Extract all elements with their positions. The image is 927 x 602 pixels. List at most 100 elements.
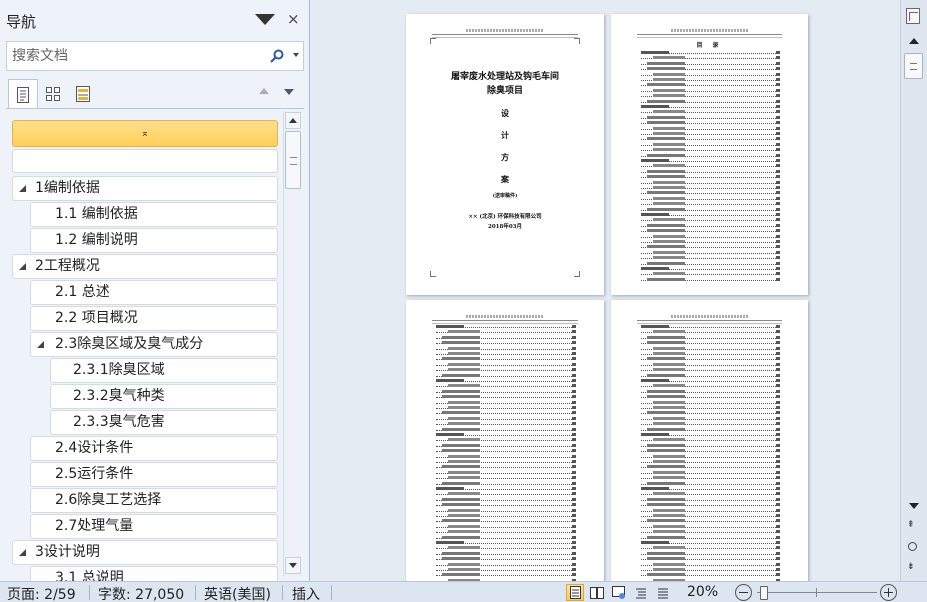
thumbnails-icon bbox=[46, 87, 60, 101]
tree-top-item[interactable]: ⌅ bbox=[12, 120, 278, 147]
nav-close-icon[interactable]: × bbox=[287, 10, 300, 28]
tab-results[interactable] bbox=[68, 79, 98, 109]
zoom-slider-track[interactable] bbox=[757, 592, 877, 593]
view-web-button[interactable] bbox=[610, 584, 628, 601]
expand-toggle-icon[interactable] bbox=[19, 185, 26, 192]
heading-item[interactable]: 2工程概况 bbox=[12, 254, 278, 279]
heading-item[interactable]: 2.3除臭区域及臭气成分 bbox=[30, 332, 278, 357]
status-word-count[interactable]: 字数: 27,050 bbox=[98, 584, 184, 602]
toc-entry-line bbox=[641, 416, 780, 420]
toc-entry-line bbox=[641, 352, 780, 355]
status-language[interactable]: 英语(美国) bbox=[204, 584, 271, 602]
heading-label: 1编制依据 bbox=[35, 180, 100, 196]
scroll-up-button[interactable] bbox=[904, 33, 923, 50]
search-input[interactable] bbox=[12, 48, 252, 64]
tab-headings[interactable] bbox=[8, 79, 38, 109]
nav-menu-icon[interactable] bbox=[255, 14, 275, 25]
status-insert-mode[interactable]: 插入 bbox=[292, 584, 320, 602]
heading-label: 2.4设计条件 bbox=[55, 440, 134, 456]
page-toc[interactable]: 目 录 bbox=[611, 14, 808, 295]
vertical-scrollbar[interactable]: ⇞ ⇟ bbox=[900, 0, 927, 581]
zoom-out-icon[interactable] bbox=[735, 584, 752, 601]
toc-entry-line bbox=[641, 487, 780, 490]
search-box[interactable] bbox=[6, 41, 304, 71]
heading-item[interactable]: 2.2 项目概况 bbox=[30, 306, 278, 331]
toc-entry-line bbox=[641, 346, 780, 350]
view-draft-button[interactable] bbox=[654, 584, 672, 601]
heading-label: 2.7处理气量 bbox=[55, 518, 134, 534]
search-icon[interactable] bbox=[270, 49, 284, 63]
toc-entry-line bbox=[641, 573, 780, 577]
view-reading-button[interactable] bbox=[588, 584, 606, 601]
toc-entry-line bbox=[641, 341, 780, 345]
heading-item[interactable]: 1.1 编制依据 bbox=[30, 202, 278, 227]
heading-item[interactable]: 2.1 总述 bbox=[30, 280, 278, 305]
toc-entry-line bbox=[641, 535, 780, 539]
heading-item[interactable]: 2.7处理气量 bbox=[30, 514, 278, 539]
toc-entry-line bbox=[641, 56, 780, 60]
view-outline-button[interactable] bbox=[632, 584, 650, 601]
toc-entry-line bbox=[436, 541, 576, 544]
toc-entry-line bbox=[641, 61, 780, 65]
heading-item[interactable]: 3设计说明 bbox=[12, 540, 278, 565]
heading-item[interactable]: 2.6除臭工艺选择 bbox=[30, 488, 278, 513]
previous-page-icon[interactable]: ⇞ bbox=[907, 520, 915, 530]
headings-icon bbox=[17, 86, 29, 103]
scroll-thumb[interactable] bbox=[904, 53, 923, 79]
toc-entry-line bbox=[436, 514, 576, 517]
heading-item[interactable]: 2.4设计条件 bbox=[30, 436, 278, 461]
expand-toggle-icon[interactable] bbox=[19, 263, 26, 270]
cover-char-4: 案 bbox=[501, 174, 509, 184]
heading-item[interactable]: 2.3.1除臭区域 bbox=[50, 358, 278, 383]
toc-entry-line bbox=[436, 481, 576, 485]
toc-entry-line bbox=[641, 368, 780, 372]
heading-item[interactable]: 1编制依据 bbox=[12, 176, 278, 201]
toc-entry-line bbox=[436, 465, 576, 469]
zoom-slider-thumb[interactable] bbox=[759, 586, 768, 600]
expand-toggle-icon[interactable] bbox=[19, 549, 26, 556]
toc-entry-line bbox=[641, 72, 780, 76]
toc-entry-line bbox=[641, 551, 780, 555]
next-page-icon[interactable]: ⇟ bbox=[907, 562, 915, 572]
tree-scroll-up-button[interactable] bbox=[285, 112, 301, 129]
heading-item[interactable]: 1.2 编制说明 bbox=[30, 228, 278, 253]
previous-heading-icon[interactable] bbox=[259, 88, 269, 94]
toc-entry-line bbox=[436, 427, 576, 431]
tab-pages[interactable] bbox=[38, 79, 68, 109]
tree-blank-item[interactable] bbox=[12, 149, 278, 173]
toc-entry-line bbox=[641, 250, 780, 254]
cover-char-3: 方 bbox=[501, 152, 509, 162]
view-print-layout-button[interactable] bbox=[566, 584, 584, 601]
tree-scroll-thumb[interactable] bbox=[285, 131, 301, 189]
toc-entry-line bbox=[641, 164, 780, 168]
heading-label: 2.3.1除臭区域 bbox=[73, 362, 165, 378]
cover-title-line1: 屠宰废水处理站及钩毛车间 bbox=[450, 72, 559, 82]
heading-item[interactable]: 2.5运行条件 bbox=[30, 462, 278, 487]
page-4[interactable] bbox=[611, 300, 808, 581]
heading-label: 2.3.2臭气种类 bbox=[73, 388, 165, 404]
search-options-icon[interactable] bbox=[293, 53, 299, 57]
toc-entry-line bbox=[641, 454, 780, 458]
expand-toggle-icon[interactable] bbox=[37, 341, 44, 348]
status-page[interactable]: 页面: 2/59 bbox=[7, 584, 76, 602]
next-heading-icon[interactable] bbox=[284, 89, 294, 95]
toc-entry-line bbox=[641, 379, 780, 382]
toc-entry-line bbox=[641, 427, 780, 431]
heading-item[interactable]: 2.3.3臭气危害 bbox=[50, 410, 278, 435]
tree-scroll-down-button[interactable] bbox=[285, 557, 301, 574]
toc-entry-line bbox=[436, 362, 576, 366]
toc-entry-line bbox=[641, 395, 780, 399]
browse-object-icon[interactable] bbox=[908, 542, 917, 551]
heading-item[interactable]: 2.3.2臭气种类 bbox=[50, 384, 278, 409]
page-cover[interactable]: 屠宰废水处理站及钩毛车间 除臭项目 设 计 方 案 (送审稿件) ×× (北京)… bbox=[406, 14, 604, 295]
tree-scrollbar[interactable] bbox=[283, 111, 301, 577]
toc-entry-line bbox=[436, 562, 576, 566]
heading-item[interactable]: 3.1 总说明 bbox=[30, 566, 278, 581]
toc-entry-line bbox=[436, 422, 576, 426]
page-3[interactable] bbox=[406, 300, 604, 581]
zoom-level[interactable]: 20% bbox=[687, 584, 718, 600]
zoom-slider-midmark bbox=[816, 588, 817, 597]
scroll-down-button[interactable] bbox=[904, 498, 923, 515]
ruler-icon[interactable] bbox=[906, 8, 920, 24]
zoom-in-icon[interactable] bbox=[880, 584, 897, 601]
